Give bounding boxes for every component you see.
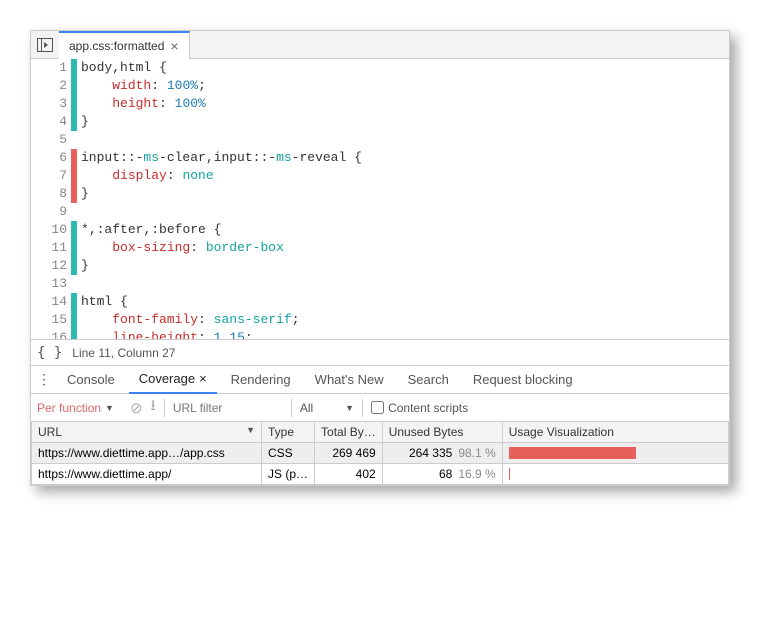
col-visualization[interactable]: Usage Visualization — [502, 422, 728, 443]
line-number: 2 — [31, 77, 67, 95]
tab-console[interactable]: Console — [57, 366, 125, 394]
col-url[interactable]: URL▼ — [32, 422, 262, 443]
line-number: 5 — [31, 131, 67, 149]
col-total-bytes[interactable]: Total By… — [315, 422, 383, 443]
line-number: 6 — [31, 149, 67, 167]
cell-total-bytes: 269 469 — [315, 443, 383, 464]
line-number: 9 — [31, 203, 67, 221]
code-line[interactable]: } — [81, 113, 729, 131]
table-row[interactable]: https://www.diettime.app/JS (p…4026816.9… — [32, 464, 729, 485]
cell-visualization — [502, 464, 728, 485]
status-bar: { } Line 11, Column 27 — [31, 339, 729, 365]
line-number: 10 — [31, 221, 67, 239]
code-line[interactable]: height: 100% — [81, 95, 729, 113]
coverage-toolbar: Per function▼ ⊘ ⭳ All▼ Content scripts — [31, 393, 729, 421]
export-icon[interactable]: ⭳ — [151, 395, 156, 420]
source-tab[interactable]: app.css:formatted × — [59, 31, 190, 59]
line-number: 8 — [31, 185, 67, 203]
type-filter-select[interactable]: All▼ — [300, 401, 354, 415]
code-line[interactable] — [81, 275, 729, 293]
code-lines[interactable]: body,html { width: 100%; height: 100%} in… — [77, 59, 729, 339]
line-number-gutter: 12345678910111213141516 — [31, 59, 71, 339]
cell-url: https://www.diettime.app/ — [32, 464, 262, 485]
code-line[interactable]: line-height: 1.15; — [81, 329, 729, 339]
drawer-tabbar: ⋮ Console Coverage× Rendering What's New… — [31, 365, 729, 393]
code-line[interactable]: display: none — [81, 167, 729, 185]
tab-search[interactable]: Search — [398, 366, 459, 394]
line-number: 11 — [31, 239, 67, 257]
code-line[interactable] — [81, 203, 729, 221]
col-type[interactable]: Type — [262, 422, 315, 443]
code-line[interactable]: input::-ms-clear,input::-ms-reveal { — [81, 149, 729, 167]
cell-unused-bytes: 6816.9 % — [382, 464, 502, 485]
cell-type: CSS — [262, 443, 315, 464]
tab-coverage[interactable]: Coverage× — [129, 366, 217, 394]
code-line[interactable]: width: 100%; — [81, 77, 729, 95]
line-number: 13 — [31, 275, 67, 293]
code-line[interactable]: html { — [81, 293, 729, 311]
code-line[interactable]: *,:after,:before { — [81, 221, 729, 239]
cell-type: JS (p… — [262, 464, 315, 485]
cell-total-bytes: 402 — [315, 464, 383, 485]
table-row[interactable]: https://www.diettime.app…/app.cssCSS269 … — [32, 443, 729, 464]
content-scripts-checkbox[interactable]: Content scripts — [371, 401, 468, 415]
line-number: 3 — [31, 95, 67, 113]
line-number: 1 — [31, 59, 67, 77]
per-function-select[interactable]: Per function▼ — [37, 401, 114, 415]
source-tabbar: app.css:formatted × — [31, 31, 729, 59]
code-line[interactable]: } — [81, 257, 729, 275]
line-number: 12 — [31, 257, 67, 275]
coverage-table[interactable]: URL▼ Type Total By… Unused Bytes Usage V… — [31, 421, 729, 485]
tab-rendering[interactable]: Rendering — [221, 366, 301, 394]
line-number: 15 — [31, 311, 67, 329]
line-number: 7 — [31, 167, 67, 185]
tab-whats-new[interactable]: What's New — [305, 366, 394, 394]
line-number: 16 — [31, 329, 67, 339]
line-number: 14 — [31, 293, 67, 311]
tab-request-blocking[interactable]: Request blocking — [463, 366, 583, 394]
devtools-window: app.css:formatted × 12345678910111213141… — [30, 30, 730, 486]
cell-url: https://www.diettime.app…/app.css — [32, 443, 262, 464]
cursor-position: Line 11, Column 27 — [72, 346, 175, 360]
code-area[interactable]: 12345678910111213141516 body,html { widt… — [31, 59, 729, 339]
code-line[interactable]: font-family: sans-serif; — [81, 311, 729, 329]
cell-unused-bytes: 264 33598.1 % — [382, 443, 502, 464]
more-tools-icon[interactable]: ⋮ — [35, 371, 53, 388]
table-header-row: URL▼ Type Total By… Unused Bytes Usage V… — [32, 422, 729, 443]
code-line[interactable]: box-sizing: border-box — [81, 239, 729, 257]
code-line[interactable]: } — [81, 185, 729, 203]
close-icon[interactable]: × — [170, 39, 178, 53]
close-icon[interactable]: × — [199, 371, 207, 386]
url-filter-input[interactable] — [173, 401, 283, 415]
col-unused-bytes[interactable]: Unused Bytes — [382, 422, 502, 443]
cell-visualization — [502, 443, 728, 464]
code-line[interactable]: body,html { — [81, 59, 729, 77]
code-line[interactable] — [81, 131, 729, 149]
show-navigator-button[interactable] — [31, 32, 59, 58]
clear-icon[interactable]: ⊘ — [130, 399, 143, 417]
pretty-print-icon[interactable]: { } — [37, 345, 62, 361]
line-number: 4 — [31, 113, 67, 131]
source-tab-title: app.css:formatted — [69, 39, 164, 53]
